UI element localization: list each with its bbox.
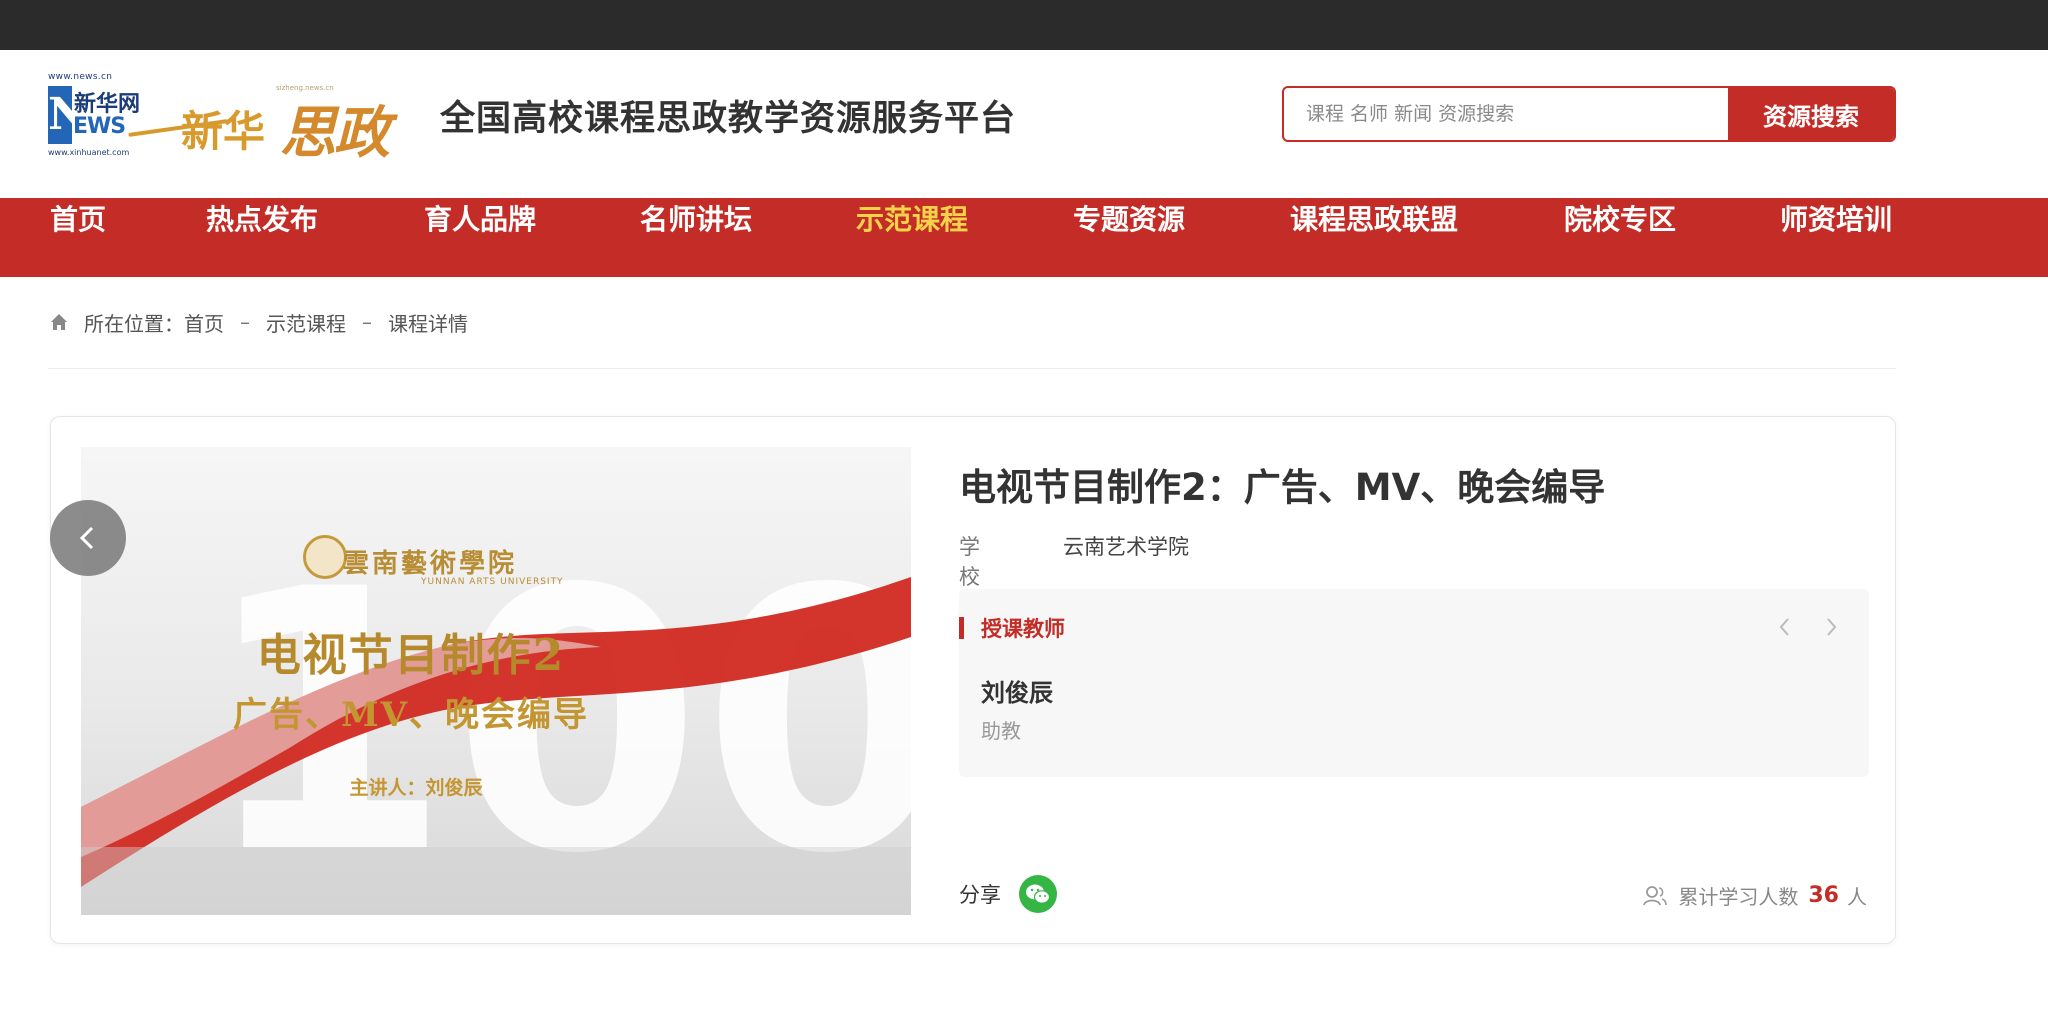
logo-n-mark: N [48, 86, 88, 144]
breadcrumb-separator: – [240, 310, 250, 334]
school-row: 学校 云南艺术学院 [959, 531, 1189, 591]
logo-sizheng: 思政 [280, 100, 390, 166]
cover-host: 主讲人：刘俊辰 [349, 777, 483, 799]
school-value: 云南艺术学院 [1063, 535, 1189, 559]
main-nav: 首页 热点发布 育人品牌 名师讲坛 示范课程 专题资源 课程思政联盟 院校专区 … [0, 198, 2048, 277]
nav-item-alliance[interactable]: 课程思政联盟 [1290, 198, 1458, 277]
breadcrumb: 所在位置： 首页 – 示范课程 – 课程详情 [48, 306, 468, 338]
nav-item-lecture[interactable]: 名师讲坛 [640, 198, 752, 277]
logo-url-bottom: www.xinhuanet.com [48, 148, 130, 157]
course-title: 电视节目制作2：广告、MV、晚会编导 [959, 466, 1606, 509]
learner-stats: 累计学习人数 36 人 [1642, 881, 1867, 910]
breadcrumb-separator: – [362, 310, 372, 334]
nav-item-training[interactable]: 师资培训 [1780, 198, 1892, 277]
search-bar: 资源搜索 [1282, 86, 1896, 142]
nav-item-hot[interactable]: 热点发布 [206, 198, 318, 277]
logo-url-top: www.news.cn [48, 72, 113, 82]
cover-university-name: 雲南藝術學院 [343, 549, 518, 579]
course-card: 100 雲南藝術學院 YUNNAN ARTS UNIVERSITY 电视节目制作… [50, 416, 1896, 944]
nav-item-schools[interactable]: 院校专区 [1564, 198, 1676, 277]
school-label: 学校 [959, 535, 1020, 589]
breadcrumb-home[interactable]: 首页 [184, 308, 224, 337]
breadcrumb-demo-courses[interactable]: 示范课程 [266, 308, 346, 337]
carousel-prev-button[interactable] [50, 500, 126, 576]
learners-unit: 人 [1847, 885, 1867, 909]
home-icon [51, 314, 67, 330]
nav-item-demo-courses[interactable]: 示范课程 [856, 198, 968, 277]
chevron-right-icon[interactable] [1819, 613, 1843, 641]
browser-top-bar [0, 0, 2048, 50]
search-button[interactable]: 资源搜索 [1728, 88, 1894, 140]
users-icon [1643, 885, 1668, 905]
site-title: 全国高校课程思政教学资源服务平台 [440, 99, 1017, 139]
learners-count: 36 [1808, 883, 1839, 908]
cover-subtitle: 广告、MV、晚会编导 [232, 695, 589, 735]
section-accent-bar [959, 617, 964, 639]
breadcrumb-current: 课程详情 [388, 311, 468, 336]
site-header: www.news.cn N 新华网 EWS www.xinhuanet.com … [0, 50, 2048, 198]
site-logo[interactable]: www.news.cn N 新华网 EWS www.xinhuanet.com … [48, 72, 418, 172]
teacher-name[interactable]: 刘俊辰 [981, 673, 1053, 708]
nav-item-home[interactable]: 首页 [50, 198, 106, 277]
search-input[interactable] [1284, 88, 1730, 140]
divider [48, 368, 1896, 369]
chevron-left-icon [79, 526, 94, 550]
nav-item-brand[interactable]: 育人品牌 [424, 198, 536, 277]
learners-label: 累计学习人数 [1678, 885, 1799, 909]
chevron-left-icon[interactable] [1773, 613, 1797, 641]
cover-title: 电视节目制作2 [256, 630, 566, 681]
wechat-share-icon[interactable] [1019, 875, 1057, 913]
university-emblem [303, 535, 347, 579]
cover-university-en: YUNNAN ARTS UNIVERSITY [421, 577, 564, 587]
logo-ews: EWS [73, 114, 126, 139]
teacher-role: 助教 [981, 719, 1021, 743]
share-row: 分享 [959, 875, 1057, 913]
breadcrumb-prefix: 所在位置： [84, 311, 184, 336]
teacher-section-label: 授课教师 [981, 617, 1065, 641]
share-label: 分享 [959, 883, 1001, 907]
course-cover-image[interactable]: 100 雲南藝術學院 YUNNAN ARTS UNIVERSITY 电视节目制作… [81, 447, 911, 915]
teacher-panel: 授课教师 刘俊辰 助教 [959, 589, 1869, 777]
logo-xinhua: 新华 [181, 107, 266, 156]
nav-item-topics[interactable]: 专题资源 [1073, 198, 1185, 277]
